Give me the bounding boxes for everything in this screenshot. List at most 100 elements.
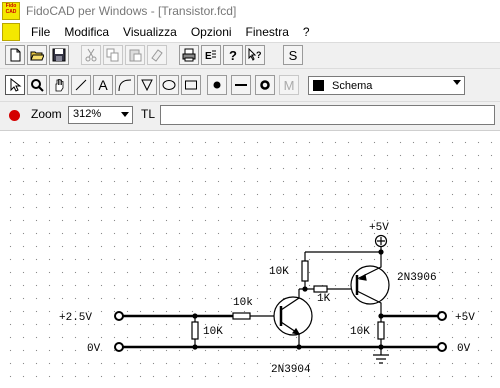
menu-opzioni[interactable]: Opzioni: [184, 25, 239, 39]
magnifier-icon: [31, 79, 44, 92]
polygon-tool-button[interactable]: [137, 75, 157, 95]
zoom-value: 312%: [73, 108, 102, 120]
label-gnd-right: 0V: [457, 343, 471, 355]
label-q1: 2N3904: [271, 364, 311, 376]
pad-tool-button[interactable]: [255, 75, 275, 95]
input-terminal: [114, 311, 124, 321]
menu-help[interactable]: ?: [296, 25, 317, 39]
label-r-base: 10k: [233, 297, 253, 309]
chevron-down-icon: [121, 112, 129, 117]
curve-icon: [118, 79, 132, 92]
ellipse-tool-button[interactable]: [159, 75, 179, 95]
zoom-select[interactable]: 312%: [68, 106, 133, 124]
bezier-tool-button[interactable]: [115, 75, 135, 95]
cut-icon: [85, 48, 97, 62]
open-folder-icon: [30, 51, 44, 61]
resistor-r-base: [232, 312, 251, 320]
drawing-canvas[interactable]: +5V 10K 2N3906 1K 10k +2.5V 10K +5V 0V 0…: [0, 131, 500, 388]
ellipse-icon: [162, 80, 176, 90]
print-button[interactable]: [179, 45, 199, 65]
title-bar: Fido CAD FidoCAD per Windows - [Transist…: [0, 0, 500, 22]
rectangle-tool-button[interactable]: [181, 75, 201, 95]
layer-select[interactable]: Schema: [308, 76, 465, 95]
copy-button[interactable]: [103, 45, 123, 65]
new-file-button[interactable]: [5, 45, 25, 65]
horizontal-line-icon: [235, 84, 247, 86]
s-label: S: [288, 47, 298, 63]
pad-icon: [260, 80, 270, 90]
dot-icon: [213, 81, 221, 89]
print-icon: [182, 48, 196, 62]
cut-button[interactable]: [81, 45, 101, 65]
macro-tool-button[interactable]: M: [279, 75, 299, 95]
menu-bar: File Modifica Visualizza Opzioni Finestr…: [0, 22, 500, 41]
svg-text:?: ?: [229, 48, 237, 62]
main-toolbar: E ? ? S: [0, 42, 500, 68]
label-gnd-left: 0V: [87, 343, 101, 355]
export-icon: E: [205, 50, 216, 62]
rectangle-icon: [185, 80, 197, 90]
layer-name: Schema: [332, 79, 373, 92]
ground-terminal-left: [114, 342, 124, 352]
dot-tool-button[interactable]: [207, 75, 227, 95]
schematic-drawing: +5V 10K 2N3906 1K 10k +2.5V 10K +5V 0V 0…: [59, 222, 475, 376]
tl-input[interactable]: [160, 105, 495, 125]
text-tool-button[interactable]: A: [93, 75, 113, 95]
export-button[interactable]: E: [201, 45, 221, 65]
macro-tool-label: M: [283, 77, 295, 93]
window-title: FidoCAD per Windows - [Transistor.fcd]: [26, 4, 237, 18]
tl-label: TL: [141, 107, 156, 121]
label-r-mid: 1K: [317, 293, 331, 305]
help-icon: ?: [229, 48, 237, 62]
segment-tool-button[interactable]: [231, 75, 251, 95]
chevron-down-icon: [453, 80, 461, 85]
line-tool-button[interactable]: [71, 75, 91, 95]
zoom-label: Zoom: [31, 107, 62, 121]
save-button[interactable]: [49, 45, 69, 65]
record-button[interactable]: [5, 106, 23, 124]
label-vcc: +5V: [369, 222, 389, 234]
document-system-menu-icon[interactable]: [2, 22, 20, 41]
open-file-button[interactable]: [27, 45, 47, 65]
polygon-icon: [141, 79, 153, 92]
record-dot-icon: [8, 109, 20, 121]
label-output: +5V: [455, 312, 475, 324]
erase-button[interactable]: [147, 45, 167, 65]
context-help-icon: ?: [248, 48, 262, 61]
label-r-top: 10K: [269, 266, 289, 278]
output-terminal: [437, 311, 447, 321]
svg-text:?: ?: [256, 50, 262, 60]
pan-tool-button[interactable]: [49, 75, 69, 95]
fidocad-app-icon[interactable]: Fido CAD: [2, 2, 20, 20]
resistor-r-top: [301, 260, 309, 282]
resistor-r-in: [191, 321, 199, 340]
ground-symbol: [373, 354, 389, 364]
label-q2: 2N3906: [397, 272, 437, 284]
hand-icon: [55, 79, 64, 92]
save-icon: [52, 48, 66, 62]
erase-icon: [151, 49, 163, 62]
resistor-r-mid: [313, 285, 328, 293]
text-tool-label: A: [98, 77, 108, 93]
label-r-in: 10K: [203, 326, 223, 338]
menu-file[interactable]: File: [24, 25, 57, 39]
label-r-out: 10K: [350, 326, 370, 338]
label-input: +2.5V: [59, 312, 92, 324]
ground-terminal-right: [437, 342, 447, 352]
menu-finestra[interactable]: Finestra: [239, 25, 296, 39]
paste-icon: [129, 49, 142, 62]
paste-button[interactable]: [125, 45, 145, 65]
context-help-button[interactable]: ?: [245, 45, 265, 65]
s-button[interactable]: S: [283, 45, 303, 65]
pointer-icon: [10, 78, 22, 92]
resistor-r-out: [377, 321, 385, 340]
new-file-icon: [10, 48, 21, 62]
svg-text:E: E: [205, 51, 212, 62]
help-button[interactable]: ?: [223, 45, 243, 65]
zoom-tool-button[interactable]: [27, 75, 47, 95]
menu-modifica[interactable]: Modifica: [57, 25, 116, 39]
menu-visualizza[interactable]: Visualizza: [116, 25, 184, 39]
pointer-tool-button[interactable]: [5, 75, 25, 95]
layer-color-swatch: [313, 80, 324, 91]
line-icon: [75, 79, 87, 91]
